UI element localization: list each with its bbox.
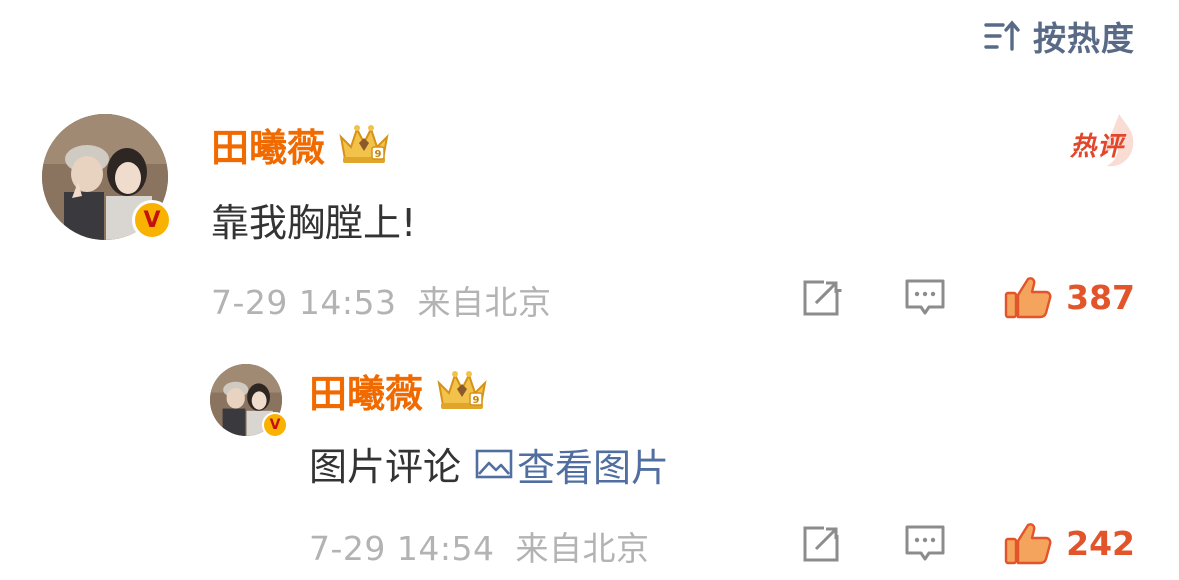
comment-item: V 田曦薇 9 靠我胸膛上! 7-29 14:53 来自北京 387 [0, 100, 1179, 330]
share-icon [803, 277, 845, 316]
reply-verified-badge: V [262, 412, 288, 438]
hot-label: 热评 [1069, 131, 1124, 162]
view-image-link[interactable]: 查看图片 [475, 437, 669, 492]
author-row: 田曦薇 9 [211, 118, 391, 170]
reply-verified-mark: V [269, 417, 281, 433]
comment-time: 7-29 14:53 [211, 283, 397, 322]
author-name[interactable]: 田曦薇 [211, 117, 325, 172]
reply-author-row: 田曦薇 9 [309, 364, 489, 416]
reply-time: 7-29 14:54 [309, 529, 495, 568]
reply-text: 图片评论 [309, 445, 462, 489]
like-button[interactable]: 387 [1004, 275, 1135, 319]
reply-vip-crown-icon: 9 [437, 371, 487, 409]
svg-text:9: 9 [473, 395, 480, 406]
comment-location: 来自北京 [417, 283, 552, 322]
reply-share-icon [803, 523, 845, 562]
reply-item: V 田曦薇 9 图片评论 查看图片 7-29 14:54 来自北京 242 [0, 350, 1179, 575]
reply-comment-icon [905, 525, 945, 561]
reply-thumbs-up-icon [1004, 523, 1052, 565]
vip-crown-icon: 9 [339, 125, 389, 163]
hot-comment-badge: 热评 [1059, 114, 1135, 167]
image-icon [475, 449, 513, 479]
reply-like-button[interactable]: 242 [1004, 521, 1135, 565]
reply-actions: 242 [802, 520, 1135, 566]
reply-repost-button[interactable] [802, 523, 845, 563]
reply-reply-button[interactable] [904, 523, 946, 563]
reply-like-count: 242 [1066, 523, 1135, 563]
reply-avatar[interactable]: V [210, 364, 288, 438]
like-count: 387 [1066, 277, 1135, 317]
reply-button[interactable] [904, 277, 946, 317]
verified-badge: V [132, 200, 172, 240]
view-image-label: 查看图片 [517, 445, 670, 490]
reply-author-name[interactable]: 田曦薇 [309, 363, 423, 418]
reply-text-row: 图片评论 查看图片 [309, 436, 669, 492]
reply-location: 来自北京 [515, 529, 650, 568]
comment-icon [905, 279, 945, 315]
repost-button[interactable] [802, 277, 845, 317]
reply-meta: 7-29 14:54 来自北京 [309, 522, 650, 570]
avatar[interactable]: V [42, 114, 172, 240]
sort-by-heat-button[interactable]: 按热度 [983, 14, 1135, 58]
thumbs-up-icon [1004, 277, 1052, 319]
comment-meta: 7-29 14:53 来自北京 [211, 276, 552, 324]
sort-icon [984, 20, 1020, 51]
comment-text: 靠我胸膛上! [211, 201, 417, 245]
comment-actions: 387 [802, 274, 1135, 320]
sort-label: 按热度 [1033, 19, 1135, 58]
verified-mark: V [143, 207, 161, 233]
svg-text:9: 9 [375, 149, 382, 160]
